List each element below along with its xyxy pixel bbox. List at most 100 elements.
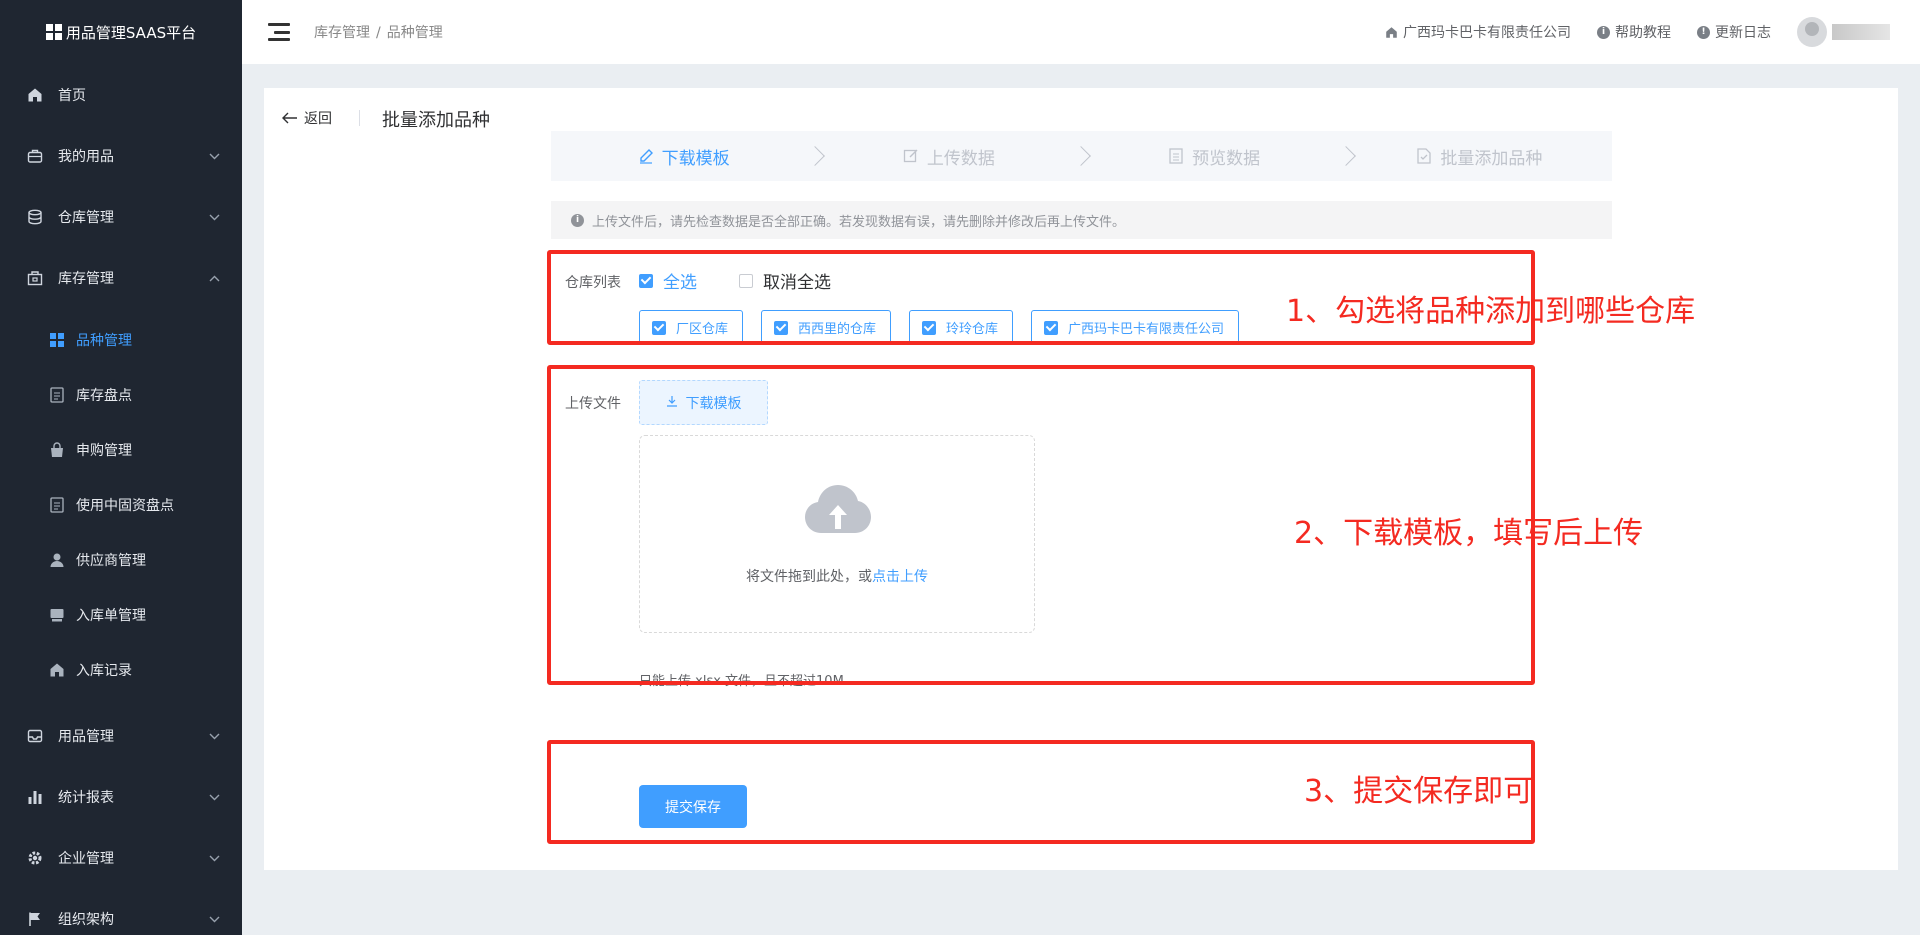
menu-item-label: 仓库管理 (58, 209, 114, 226)
top-header: 库存管理 / 品种管理 广西玛卡巴卡有限责任公司 i 帮助教程 ! 更新日志 (242, 0, 1920, 64)
changelog-link[interactable]: ! 更新日志 (1697, 22, 1771, 42)
breadcrumb-item: 品种管理 (386, 25, 443, 41)
alert-text: 上传文件后，请先检查数据是否全部正确。若发现数据有误，请先删除并修改后再上传文件… (592, 214, 1126, 230)
gear-icon (26, 849, 44, 867)
bag-icon (48, 441, 66, 459)
menu-item-label: 企业管理 (58, 850, 114, 867)
brand-name: 用品管理SAAS平台 (65, 23, 197, 42)
menu-item-label: 我的用品 (58, 148, 114, 165)
tray-icon (26, 727, 44, 745)
sub-item-label: 申购管理 (76, 442, 132, 459)
chevron-up-icon (209, 271, 220, 285)
info-alert: i 上传文件后，请先检查数据是否全部正确。若发现数据有误，请先删除并修改后再上传… (551, 201, 1612, 239)
step-label: 预览数据 (1192, 148, 1261, 169)
breadcrumb: 库存管理 / 品种管理 (314, 22, 443, 42)
user-menu[interactable] (1797, 17, 1890, 47)
menu-item-label: 库存管理 (58, 270, 114, 287)
inbox-icon (48, 606, 66, 624)
chevron-down-icon (209, 729, 220, 743)
menu-item-label: 首页 (58, 87, 86, 104)
alert-icon: ! (1697, 25, 1710, 39)
sub-item-label: 供应商管理 (76, 552, 146, 569)
menu-item-label: 统计报表 (58, 789, 114, 806)
breadcrumb-separator: / (376, 25, 381, 41)
step-label: 上传数据 (926, 148, 995, 169)
header-right: 广西玛卡巴卡有限责任公司 i 帮助教程 ! 更新日志 (1384, 17, 1890, 47)
menu-item-label: 组织架构 (58, 911, 114, 928)
help-link[interactable]: i 帮助教程 (1597, 22, 1671, 42)
database-icon (26, 208, 44, 226)
bar-chart-icon (26, 788, 44, 806)
sidebar-item-purchase[interactable]: 申购管理 (0, 422, 242, 477)
sub-item-label: 品种管理 (76, 332, 132, 349)
grid-icon (48, 331, 66, 349)
user-icon (48, 551, 66, 569)
annotation-text-1: 1、勾选将品种添加到哪些仓库 (1286, 294, 1696, 329)
sub-item-label: 库存盘点 (76, 387, 132, 404)
chevron-down-icon (209, 149, 220, 163)
annotation-text-3: 3、提交保存即可 (1304, 774, 1534, 809)
sub-item-label: 入库单管理 (76, 607, 146, 624)
sidebar-item-fixed-assets[interactable]: 使用中固资盘点 (0, 477, 242, 532)
main-card: 返回 批量添加品种 下载模板 上传数据 预览数据 批量添加品种 i 上传文件后，… (264, 88, 1898, 870)
menu-toggle-icon[interactable] (268, 23, 290, 41)
menu-item-enterprise[interactable]: 企业管理 (0, 827, 242, 888)
menu-item-organization[interactable]: 组织架构 (0, 888, 242, 935)
info-icon: i (1597, 25, 1610, 39)
home-icon (48, 661, 66, 679)
menu-item-home[interactable]: 首页 (0, 64, 242, 125)
breadcrumb-item[interactable]: 库存管理 (314, 25, 370, 41)
sub-item-label: 使用中固资盘点 (76, 497, 174, 514)
document-icon (1168, 148, 1184, 164)
company-switch[interactable]: 广西玛卡巴卡有限责任公司 (1384, 22, 1571, 42)
flag-icon (26, 910, 44, 928)
chevron-down-icon (209, 790, 220, 804)
divider (359, 110, 360, 126)
document-icon (48, 496, 66, 514)
menu-item-warehouse[interactable]: 仓库管理 (0, 186, 242, 247)
edit-box-icon (903, 148, 919, 164)
document-check-icon (1416, 148, 1432, 164)
step-upload-data: 上传数据 (816, 144, 1091, 169)
menu-item-label: 用品管理 (58, 728, 114, 745)
step-preview-data: 预览数据 (1082, 144, 1356, 169)
steps-bar: 下载模板 上传数据 预览数据 批量添加品种 (551, 131, 1612, 181)
step-batch-add: 批量添加品种 (1347, 144, 1612, 169)
sidebar-item-supplier[interactable]: 供应商管理 (0, 532, 242, 587)
changelog-label: 更新日志 (1715, 25, 1771, 41)
menu-item-inventory[interactable]: 库存管理 (0, 247, 242, 308)
step-download-template: 下载模板 (551, 144, 826, 169)
back-label: 返回 (304, 111, 332, 127)
sidebar: 用品管理SAAS平台 首页 我的用品 仓库管理 库存管理 品种管理 库存盘点 申… (0, 0, 242, 935)
sidebar-item-stocktake[interactable]: 库存盘点 (0, 367, 242, 422)
sidebar-item-variety[interactable]: 品种管理 (0, 312, 242, 367)
step-label: 下载模板 (661, 148, 730, 169)
arrow-left-icon (282, 109, 298, 128)
menu-item-my-supplies[interactable]: 我的用品 (0, 125, 242, 186)
home-icon (26, 86, 44, 104)
sidebar-item-inbound-record[interactable]: 入库记录 (0, 642, 242, 697)
sidebar-item-inbound-order[interactable]: 入库单管理 (0, 587, 242, 642)
chevron-down-icon (209, 210, 220, 224)
help-label: 帮助教程 (1615, 25, 1671, 41)
inventory-submenu: 品种管理 库存盘点 申购管理 使用中固资盘点 供应商管理 入库单管理 入库记录 (0, 308, 242, 705)
menu-item-supplies[interactable]: 用品管理 (0, 705, 242, 766)
home-icon (1384, 25, 1398, 39)
username-blurred (1832, 24, 1890, 40)
document-icon (48, 386, 66, 404)
edit-pen-icon (638, 148, 654, 164)
back-button[interactable]: 返回 (282, 108, 332, 128)
briefcase-icon (26, 147, 44, 165)
page-title: 批量添加品种 (382, 110, 490, 131)
menu-item-reports[interactable]: 统计报表 (0, 766, 242, 827)
company-name: 广西玛卡巴卡有限责任公司 (1403, 25, 1571, 41)
sub-item-label: 入库记录 (76, 662, 132, 679)
chevron-down-icon (209, 912, 220, 926)
annotation-text-2: 2、下载模板，填写后上传 (1294, 516, 1644, 551)
brand-logo[interactable]: 用品管理SAAS平台 (0, 0, 242, 64)
avatar (1797, 17, 1827, 47)
store-icon (26, 269, 44, 287)
app-grid-icon (45, 24, 62, 40)
chevron-down-icon (209, 851, 220, 865)
step-label: 批量添加品种 (1440, 148, 1543, 169)
